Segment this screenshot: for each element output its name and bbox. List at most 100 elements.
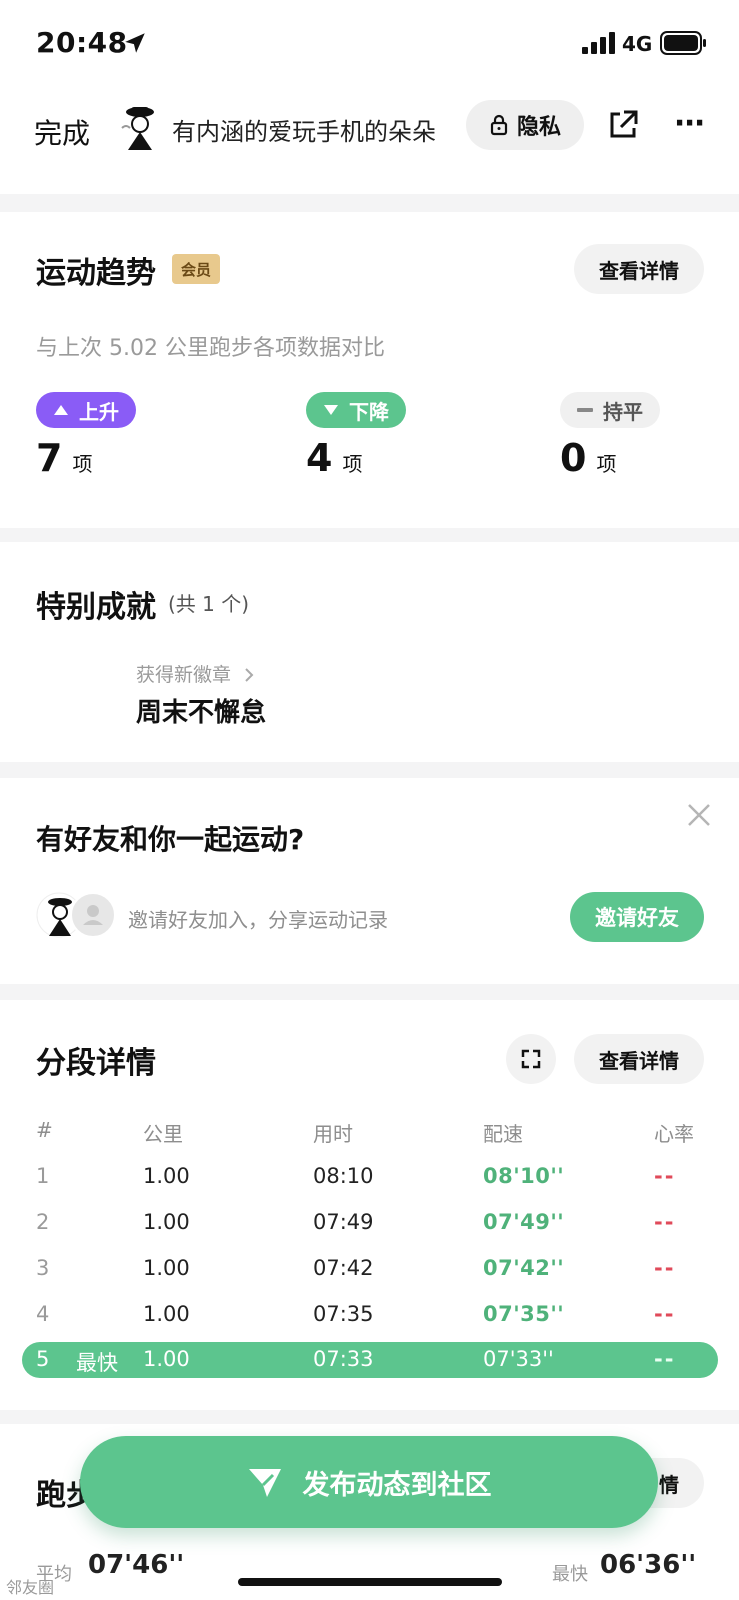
row-index: 1 (36, 1164, 50, 1188)
user-name: 有内涵的爱玩手机的朵朵 (172, 118, 436, 146)
fastest-row: 5 最快 1.00 07:33 07'33'' -- (22, 1342, 718, 1378)
row-time: 07:49 (313, 1210, 374, 1234)
network-type: 4G (622, 32, 653, 56)
table-row: 4 1.00 07:35 07'35'' -- (0, 1292, 739, 1338)
publish-to-community-button[interactable]: 发布动态到社区 (80, 1436, 658, 1528)
down-count-value: 4 (306, 436, 333, 480)
send-icon (248, 1469, 281, 1497)
flat-pill: 持平 (560, 392, 660, 428)
up-pill: 上升 (36, 392, 136, 428)
signal-icon (582, 32, 615, 54)
avatar[interactable] (118, 104, 158, 152)
fullscreen-button[interactable] (506, 1034, 556, 1084)
achievement-card: 特别成就 (共 1 个) 获得新徽章 周末不懈怠 (0, 542, 739, 762)
up-label: 上升 (79, 399, 119, 424)
row-pace: 07'35'' (483, 1302, 565, 1326)
row-pace: 07'33'' (483, 1347, 554, 1371)
publish-label: 发布动态到社区 (302, 1469, 492, 1501)
col-header-index: # (36, 1118, 53, 1142)
fullscreen-icon (521, 1049, 541, 1069)
flat-count-value: 0 (560, 436, 587, 480)
trend-subtitle: 与上次 5.02 公里跑步各项数据对比 (36, 336, 385, 361)
lock-icon (490, 114, 508, 136)
invite-friends-button[interactable]: 邀请好友 (570, 892, 704, 942)
table-row: 1 1.00 08:10 08'10'' -- (0, 1154, 739, 1200)
row-index: 5 (36, 1347, 50, 1371)
fastest-pace-label: 最快 (552, 1564, 588, 1585)
row-km: 1.00 (143, 1347, 190, 1371)
up-count-value: 7 (36, 436, 63, 480)
person-icon (70, 892, 116, 938)
down-label: 下降 (349, 399, 389, 424)
status-time: 20:48 (36, 26, 128, 59)
row-pace: 07'42'' (483, 1256, 565, 1280)
battery-icon (660, 31, 706, 55)
row-km: 1.00 (143, 1256, 190, 1280)
fastest-tag: 最快 (76, 1351, 118, 1375)
row-index: 3 (36, 1256, 50, 1280)
down-count: 4项 (306, 436, 362, 480)
triangle-up-icon (54, 405, 68, 415)
invite-friends-card: 有好友和你一起运动? 邀请好友加入，分享运动记录 邀请好友 (0, 778, 739, 984)
achievement-count: (共 1 个) (168, 592, 250, 616)
home-indicator[interactable] (238, 1578, 502, 1586)
done-button[interactable]: 完成 (34, 112, 90, 152)
col-header-hr: 心率 (654, 1122, 694, 1146)
row-hr: -- (654, 1302, 676, 1326)
badge-name: 周末不懈怠 (136, 698, 267, 728)
row-hr: -- (654, 1347, 676, 1371)
invite-text: 邀请好友加入，分享运动记录 (128, 908, 388, 932)
table-row: 2 1.00 07:49 07'49'' -- (0, 1200, 739, 1246)
col-header-time: 用时 (313, 1122, 353, 1146)
invite-title: 有好友和你一起运动? (36, 823, 305, 856)
trend-title: 运动趋势 (36, 256, 156, 291)
up-count: 7项 (36, 436, 92, 480)
row-time: 07:33 (313, 1347, 374, 1371)
pace-detail-label: 情 (659, 1472, 679, 1497)
flat-label: 持平 (603, 399, 643, 424)
col-header-km: 公里 (143, 1122, 183, 1146)
row-km: 1.00 (143, 1302, 190, 1326)
up-count-unit: 项 (72, 452, 93, 476)
watermark: 邻友圈 (6, 1578, 55, 1597)
share-icon[interactable] (606, 108, 640, 142)
new-badge-link-label: 获得新徽章 (136, 664, 232, 686)
close-icon[interactable] (686, 802, 712, 828)
row-pace: 07'49'' (483, 1210, 565, 1234)
row-time: 07:35 (313, 1302, 374, 1326)
location-arrow-icon (125, 33, 145, 53)
row-hr: -- (654, 1164, 676, 1188)
splits-detail-button[interactable]: 查看详情 (574, 1034, 704, 1084)
achievement-title: 特别成就 (36, 590, 156, 625)
flat-count-unit: 项 (596, 452, 617, 476)
row-hr: -- (654, 1256, 676, 1280)
row-hr: -- (654, 1210, 676, 1234)
down-pill: 下降 (306, 392, 406, 428)
privacy-button[interactable]: 隐私 (466, 100, 584, 150)
top-nav-bar: 完成 有内涵的爱玩手机的朵朵 隐私 ⋯ (0, 90, 739, 194)
new-badge-link[interactable]: 获得新徽章 (136, 660, 255, 687)
row-index: 2 (36, 1210, 50, 1234)
dash-icon (577, 408, 593, 412)
trend-detail-button[interactable]: 查看详情 (574, 244, 704, 294)
row-time: 08:10 (313, 1164, 374, 1188)
more-icon[interactable]: ⋯ (670, 106, 710, 142)
splits-title: 分段详情 (36, 1046, 156, 1081)
row-index: 4 (36, 1302, 50, 1326)
status-bar: 20:48 4G (0, 0, 739, 90)
table-row: 3 1.00 07:42 07'42'' -- (0, 1246, 739, 1292)
avg-pace-value: 07'46'' (88, 1550, 185, 1580)
down-count-unit: 项 (342, 452, 363, 476)
col-header-pace: 配速 (483, 1122, 523, 1146)
chevron-right-icon (245, 668, 254, 682)
app-screen: 20:48 4G 完成 有内涵的爱玩手机的朵朵 隐私 ⋯ 运动趋势 会员 查看详… (0, 0, 739, 1600)
splits-card: 分段详情 查看详情 # 公里 用时 配速 心率 1 1.00 08:10 08'… (0, 1000, 739, 1410)
fastest-pace-value: 06'36'' (600, 1550, 697, 1580)
row-pace: 08'10'' (483, 1164, 565, 1188)
vip-badge: 会员 (172, 254, 220, 284)
trend-card: 运动趋势 会员 查看详情 与上次 5.02 公里跑步各项数据对比 上升 7项 下… (0, 212, 739, 528)
row-time: 07:42 (313, 1256, 374, 1280)
triangle-down-icon (324, 405, 338, 415)
row-km: 1.00 (143, 1164, 190, 1188)
privacy-label: 隐私 (516, 115, 561, 140)
